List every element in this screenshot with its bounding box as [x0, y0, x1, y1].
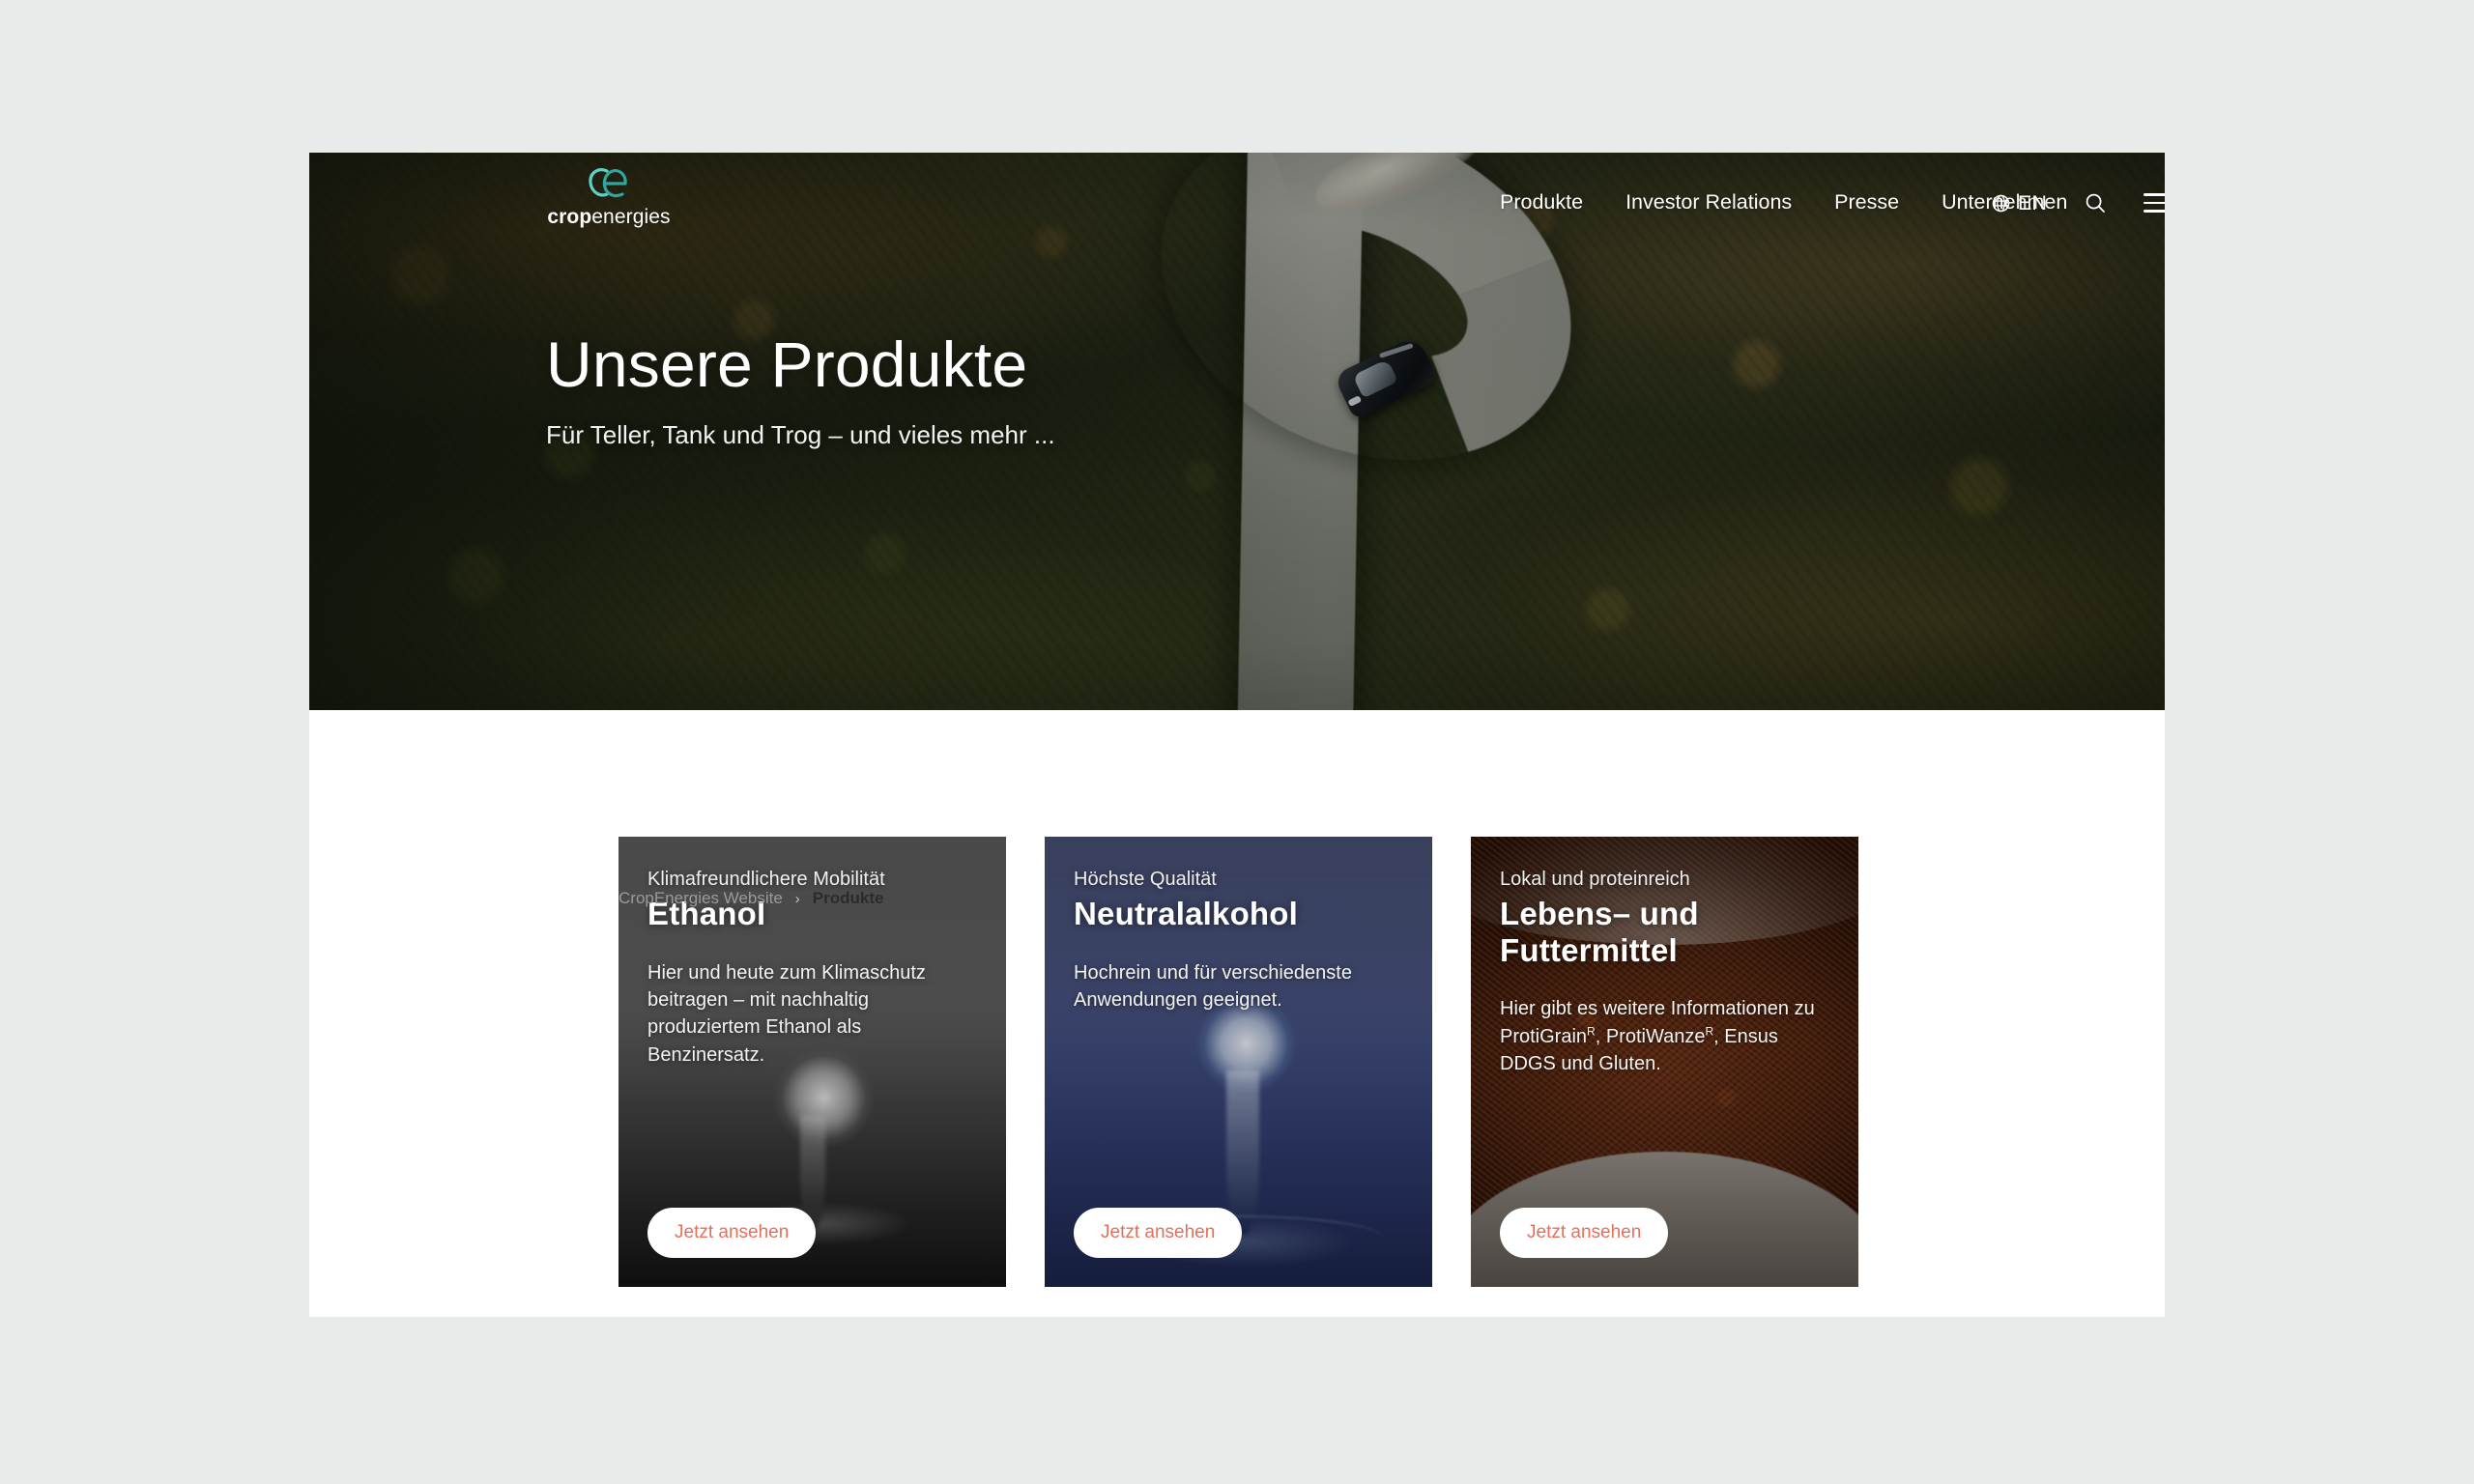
search-icon: [2086, 193, 2105, 213]
hamburger-bar-2: [2143, 201, 2165, 205]
hamburger-bar-3: [2143, 210, 2165, 213]
logo-wordmark: cropenergies: [546, 206, 672, 229]
breadcrumb: CropEnergies Website › Produkte: [618, 889, 883, 908]
hero-banner: cropenergies Produkte Investor Relations…: [309, 153, 2165, 710]
globe-icon: [1992, 194, 2010, 212]
site-header: cropenergies Produkte Investor Relations…: [309, 153, 2165, 253]
logo-word-energies: energies: [591, 206, 671, 228]
page-frame: cropenergies Produkte Investor Relations…: [309, 153, 2165, 1317]
main-navigation: Produkte Investor Relations Presse Unter…: [1500, 153, 2067, 253]
card-description: Hier und heute zum Klimaschutz beitragen…: [647, 961, 926, 1066]
card-content: Höchste Qualität Neutralalkohol Hochrein…: [1045, 837, 1432, 1287]
nav-item-presse[interactable]: Presse: [1834, 183, 1899, 223]
breadcrumb-separator-icon: ›: [794, 890, 800, 907]
desc-part-2: , ProtiWanze: [1595, 1025, 1706, 1047]
page-title: Unsere Produkte: [546, 328, 1028, 400]
breadcrumb-item-root[interactable]: CropEnergies Website: [618, 889, 783, 908]
search-button[interactable]: [2084, 191, 2107, 214]
language-switcher[interactable]: EN: [1991, 191, 2047, 215]
logo-word-crop: crop: [547, 206, 592, 228]
logo[interactable]: cropenergies: [546, 164, 672, 229]
registered-mark-2: R: [1705, 1023, 1714, 1038]
hamburger-menu-icon: [2143, 193, 2165, 196]
menu-button[interactable]: [2143, 193, 2165, 213]
breadcrumb-item-current: Produkte: [812, 889, 884, 907]
card-eyebrow: Höchste Qualität: [1074, 869, 1217, 890]
card-eyebrow: Lokal und proteinreich: [1500, 869, 1690, 890]
header-tools: EN: [1991, 153, 2165, 253]
product-card-lebens-und-futtermittel[interactable]: Lokal und proteinreich Lebens– und Futte…: [1471, 837, 1858, 1287]
card-description: Hochrein und für verschiedenste Anwendun…: [1074, 961, 1352, 1011]
language-code: EN: [2018, 190, 2047, 214]
card-title: Neutralalkohol: [1074, 896, 1299, 931]
ce-monogram-icon: [589, 168, 627, 198]
nav-item-investor-relations[interactable]: Investor Relations: [1625, 183, 1792, 223]
product-card-neutralalkohol[interactable]: Höchste Qualität Neutralalkohol Hochrein…: [1045, 837, 1432, 1287]
hero-subtitle: Für Teller, Tank und Trog – und vieles m…: [546, 420, 1055, 450]
card-description: Hier gibt es weitere Informationen zu Pr…: [1500, 995, 1828, 1077]
hero-copy: Unsere Produkte Für Teller, Tank und Tro…: [546, 328, 1055, 452]
nav-item-produkte[interactable]: Produkte: [1500, 183, 1583, 223]
card-title: Lebens– und Futtermittel: [1500, 896, 1699, 968]
card-content: Lokal und proteinreich Lebens– und Futte…: [1471, 837, 1858, 1287]
registered-mark-1: R: [1587, 1023, 1596, 1038]
